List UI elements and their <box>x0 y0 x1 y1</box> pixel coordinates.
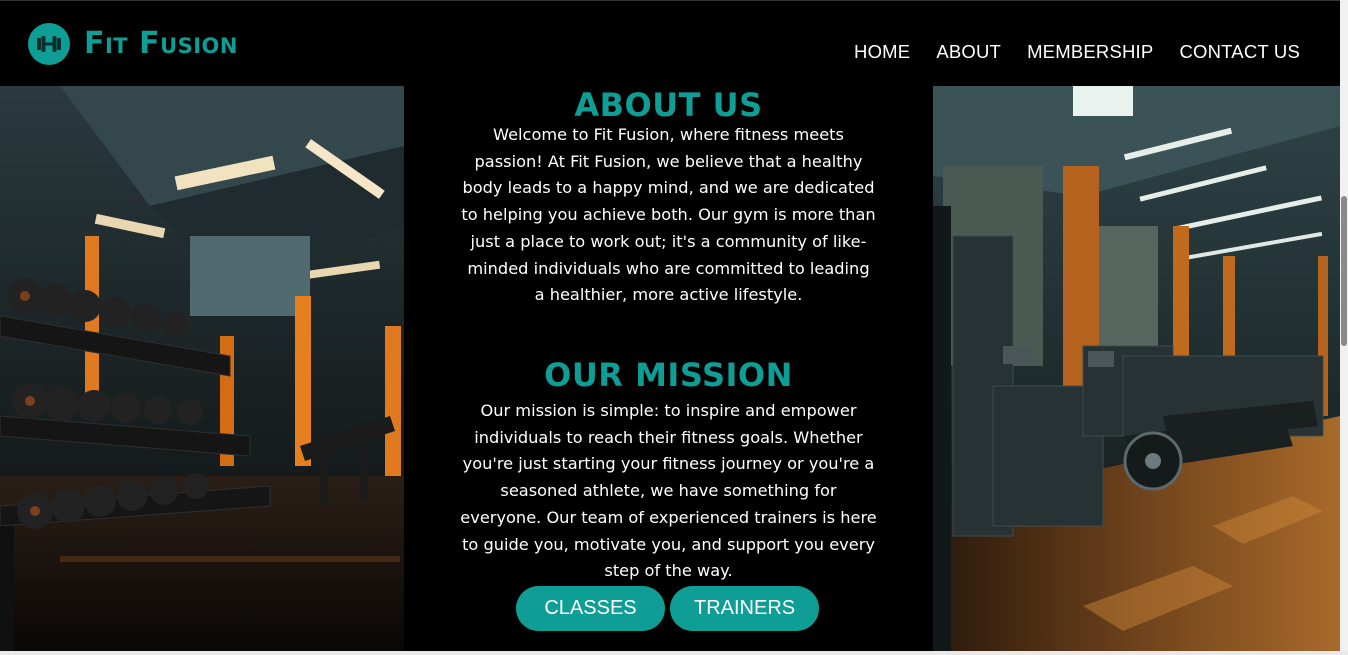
site-header: Fit Fusion HOME ABOUT MEMBERSHIP CONTACT… <box>0 0 1340 86</box>
brand-name: Fit Fusion <box>84 26 238 61</box>
gym-image-left <box>0 86 404 651</box>
vertical-scrollbar[interactable] <box>1340 0 1348 655</box>
dumbbell-icon <box>28 23 70 65</box>
about-section: ABOUT US Welcome to Fit Fusion, where fi… <box>404 86 933 651</box>
nav-contact-us[interactable]: CONTACT US <box>1179 41 1300 63</box>
about-text: Welcome to Fit Fusion, where fitness mee… <box>461 125 876 305</box>
classes-button[interactable]: CLASSES <box>516 586 665 631</box>
gym-image-right <box>933 86 1340 651</box>
page-viewport: Fit Fusion HOME ABOUT MEMBERSHIP CONTACT… <box>0 0 1340 651</box>
scrollbar-thumb[interactable] <box>1341 196 1347 346</box>
mission-title: OUR MISSION <box>544 356 793 394</box>
window-bottom-edge <box>0 651 1348 655</box>
logo[interactable]: Fit Fusion <box>28 23 238 65</box>
nav-home[interactable]: HOME <box>854 41 910 63</box>
cta-buttons: CLASSES TRAINERS <box>516 586 819 631</box>
mission-text: Our mission is simple: to inspire and em… <box>460 401 877 581</box>
about-title: ABOUT US <box>574 86 763 124</box>
nav-membership[interactable]: MEMBERSHIP <box>1027 41 1153 63</box>
main-nav: HOME ABOUT MEMBERSHIP CONTACT US <box>854 41 1300 63</box>
nav-about[interactable]: ABOUT <box>936 41 1001 63</box>
trainers-button[interactable]: TRAINERS <box>670 586 819 631</box>
